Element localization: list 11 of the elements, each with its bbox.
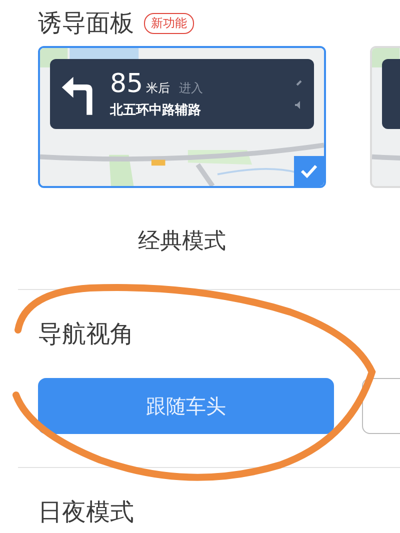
section-title: 日夜模式 [38, 498, 134, 526]
section-title: 导航视角 [38, 320, 134, 348]
road-name: 北五环中路辅路 [110, 102, 202, 119]
panel-style-card[interactable]: 85 米后 进入 北五环中路辅路 [38, 46, 326, 188]
section-title: 诱导面板 [38, 8, 134, 39]
panel-style-caption: 经典模式 [138, 228, 226, 256]
checkmark-icon [294, 156, 324, 186]
new-feature-badge: 新功能 [144, 12, 194, 34]
action-text: 进入 [179, 80, 204, 97]
distance-unit: 米后 [146, 80, 170, 97]
distance-text: 85 [110, 69, 144, 99]
